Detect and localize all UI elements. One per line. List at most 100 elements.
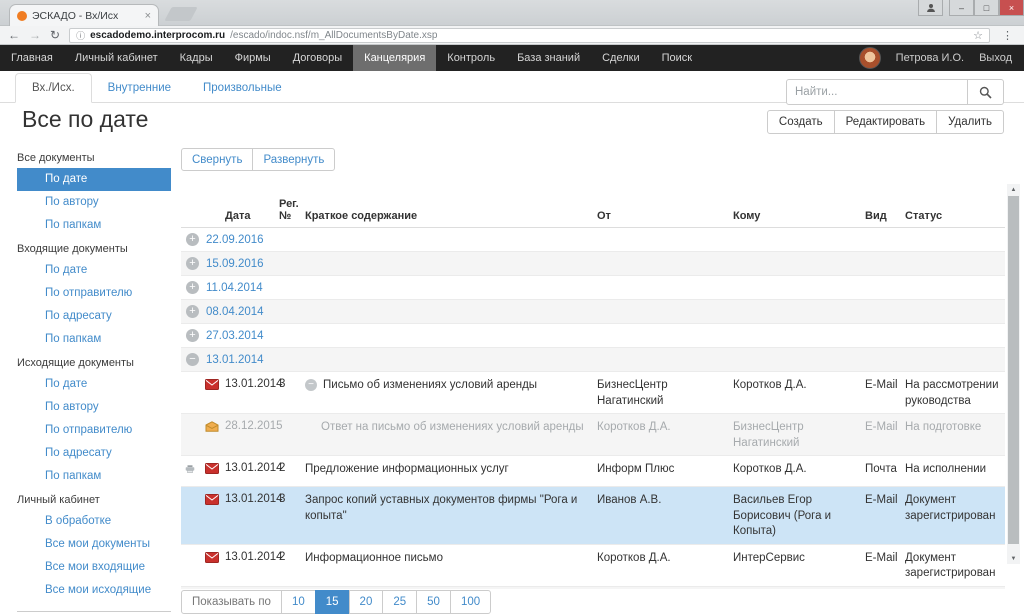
column-header-from[interactable]: От: [597, 210, 733, 222]
page-size-option[interactable]: 10: [281, 590, 316, 614]
browser-menu-icon[interactable]: ⋮: [999, 29, 1016, 42]
group-date-link[interactable]: 27.03.2014: [206, 330, 264, 342]
forward-button[interactable]: →: [29, 29, 41, 41]
nav-item-Личный кабинет[interactable]: Личный кабинет: [64, 45, 169, 71]
column-header-date[interactable]: Дата: [225, 210, 279, 222]
table-row[interactable]: 28.12.2015Ответ на письмо об изменениях …: [181, 414, 1005, 456]
table-group-row[interactable]: +15.09.2016: [181, 252, 1005, 276]
sidebar-item[interactable]: По отправителю: [0, 419, 177, 442]
table-group-row[interactable]: +08.04.2014: [181, 300, 1005, 324]
search-button[interactable]: [968, 79, 1004, 105]
bookmark-star-icon[interactable]: ☆: [973, 29, 983, 42]
column-header-subject[interactable]: Краткое содержание: [305, 210, 597, 222]
doc-subject-link[interactable]: Ответ на письмо об изменениях условий ар…: [321, 420, 584, 436]
view-tab[interactable]: Внутренние: [92, 73, 187, 103]
table-group-row[interactable]: +11.04.2014: [181, 276, 1005, 300]
table-group-row[interactable]: +22.09.2016: [181, 228, 1005, 252]
nav-item-Договоры[interactable]: Договоры: [282, 45, 353, 71]
search-input[interactable]: [786, 79, 968, 105]
column-header-kind[interactable]: Вид: [865, 210, 905, 222]
group-date-link[interactable]: 08.04.2014: [206, 306, 264, 318]
column-header-status[interactable]: Статус: [905, 210, 1005, 222]
sidebar-item[interactable]: По папкам: [0, 328, 177, 351]
tab-close-icon[interactable]: ×: [145, 10, 151, 22]
page-info-icon[interactable]: ⓘ: [76, 29, 85, 42]
scroll-down-icon[interactable]: ▼: [1007, 553, 1020, 564]
new-tab-button[interactable]: [164, 7, 197, 21]
scroll-up-icon[interactable]: ▲: [1007, 184, 1020, 195]
nav-item-Контроль[interactable]: Контроль: [436, 45, 506, 71]
table-row[interactable]: 13.01.20143−Письмо об изменениях условий…: [181, 372, 1005, 414]
sidebar-item[interactable]: По автору: [0, 191, 177, 214]
collapse-doc-icon[interactable]: −: [305, 379, 317, 391]
sidebar-item[interactable]: По папкам: [0, 465, 177, 488]
column-header-reg[interactable]: Рег. №: [279, 198, 305, 222]
expand-group-icon[interactable]: +: [186, 305, 199, 318]
back-button[interactable]: ←: [8, 29, 20, 41]
sidebar-item[interactable]: Все мои исходящие: [0, 579, 177, 602]
table-row[interactable]: 13.01.20143Запрос копий уставных докумен…: [181, 487, 1005, 545]
table-group-row[interactable]: −13.01.2014: [181, 348, 1005, 372]
sidebar-item[interactable]: Все мои документы: [0, 533, 177, 556]
browser-tab[interactable]: ЭСКАДО - Вх/Исх ×: [9, 4, 159, 26]
minimize-button[interactable]: –: [949, 0, 974, 16]
sidebar-item[interactable]: По отправителю: [0, 282, 177, 305]
sidebar-item-search[interactable]: Поиск: [0, 612, 177, 616]
group-date-link[interactable]: 15.09.2016: [206, 258, 264, 270]
expand-group-icon[interactable]: +: [186, 329, 199, 342]
action-button[interactable]: Удалить: [936, 110, 1004, 134]
table-scrollbar[interactable]: ▲ ▼: [1007, 184, 1020, 564]
table-group-row[interactable]: −09.01.2014: [181, 587, 1005, 589]
sidebar-item[interactable]: По дате: [17, 168, 171, 191]
expand-group-icon[interactable]: +: [186, 233, 199, 246]
page-size-option[interactable]: 100: [450, 590, 491, 614]
nav-item-Канцелярия[interactable]: Канцелярия: [353, 45, 436, 71]
doc-subject-link[interactable]: Информационное письмо: [305, 551, 443, 567]
nav-item-Сделки[interactable]: Сделки: [591, 45, 651, 71]
reload-button[interactable]: ↻: [50, 29, 60, 41]
user-avatar[interactable]: [859, 47, 881, 69]
page-size-option[interactable]: 20: [349, 590, 384, 614]
column-header-to[interactable]: Кому: [733, 210, 865, 222]
logout-link[interactable]: Выход: [979, 52, 1012, 64]
sidebar-item[interactable]: В обработке: [0, 510, 177, 533]
nav-item-База знаний[interactable]: База знаний: [506, 45, 591, 71]
expand-all-button[interactable]: Развернуть: [252, 148, 335, 171]
user-name[interactable]: Петрова И.О.: [896, 52, 964, 64]
group-date-link[interactable]: 13.01.2014: [206, 354, 264, 366]
sidebar-item[interactable]: По адресату: [0, 442, 177, 465]
action-button[interactable]: Редактировать: [834, 110, 937, 134]
sidebar-item[interactable]: По дате: [0, 373, 177, 396]
nav-item-Кадры[interactable]: Кадры: [169, 45, 224, 71]
sidebar-item[interactable]: По автору: [0, 396, 177, 419]
expand-group-icon[interactable]: +: [186, 257, 199, 270]
group-date-link[interactable]: 22.09.2016: [206, 234, 264, 246]
sidebar-item[interactable]: Все мои входящие: [0, 556, 177, 579]
view-tab[interactable]: Вх./Исх.: [15, 73, 92, 103]
nav-item-Главная[interactable]: Главная: [0, 45, 64, 71]
table-group-row[interactable]: +27.03.2014: [181, 324, 1005, 348]
doc-subject-link[interactable]: Запрос копий уставных документов фирмы "…: [305, 493, 591, 524]
page-size-option[interactable]: 25: [382, 590, 417, 614]
collapse-all-button[interactable]: Свернуть: [181, 148, 253, 171]
sidebar-item[interactable]: По адресату: [0, 305, 177, 328]
action-button[interactable]: Создать: [767, 110, 835, 134]
scrollbar-thumb[interactable]: [1008, 196, 1019, 544]
doc-subject-link[interactable]: Письмо об изменениях условий аренды: [323, 378, 537, 394]
maximize-button[interactable]: □: [974, 0, 999, 16]
doc-subject-link[interactable]: Предложение информационных услуг: [305, 462, 509, 478]
table-row[interactable]: 13.01.20142Предложение информационных ус…: [181, 456, 1005, 487]
address-bar[interactable]: ⓘ escadodemo.interprocom.ru /escado/indo…: [69, 28, 990, 43]
table-row[interactable]: 13.01.20142Информационное письмоКоротков…: [181, 545, 1005, 587]
view-tab[interactable]: Произвольные: [187, 73, 298, 103]
sidebar-item[interactable]: По дате: [0, 259, 177, 282]
page-size-option[interactable]: 15: [315, 590, 350, 614]
close-window-button[interactable]: ×: [999, 0, 1024, 16]
sidebar-item[interactable]: По папкам: [0, 214, 177, 237]
collapse-group-icon[interactable]: −: [186, 353, 199, 366]
expand-group-icon[interactable]: +: [186, 281, 199, 294]
group-date-link[interactable]: 11.04.2014: [206, 282, 263, 294]
nav-item-Фирмы[interactable]: Фирмы: [224, 45, 282, 71]
page-size-option[interactable]: 50: [416, 590, 451, 614]
nav-item-Поиск[interactable]: Поиск: [651, 45, 703, 71]
